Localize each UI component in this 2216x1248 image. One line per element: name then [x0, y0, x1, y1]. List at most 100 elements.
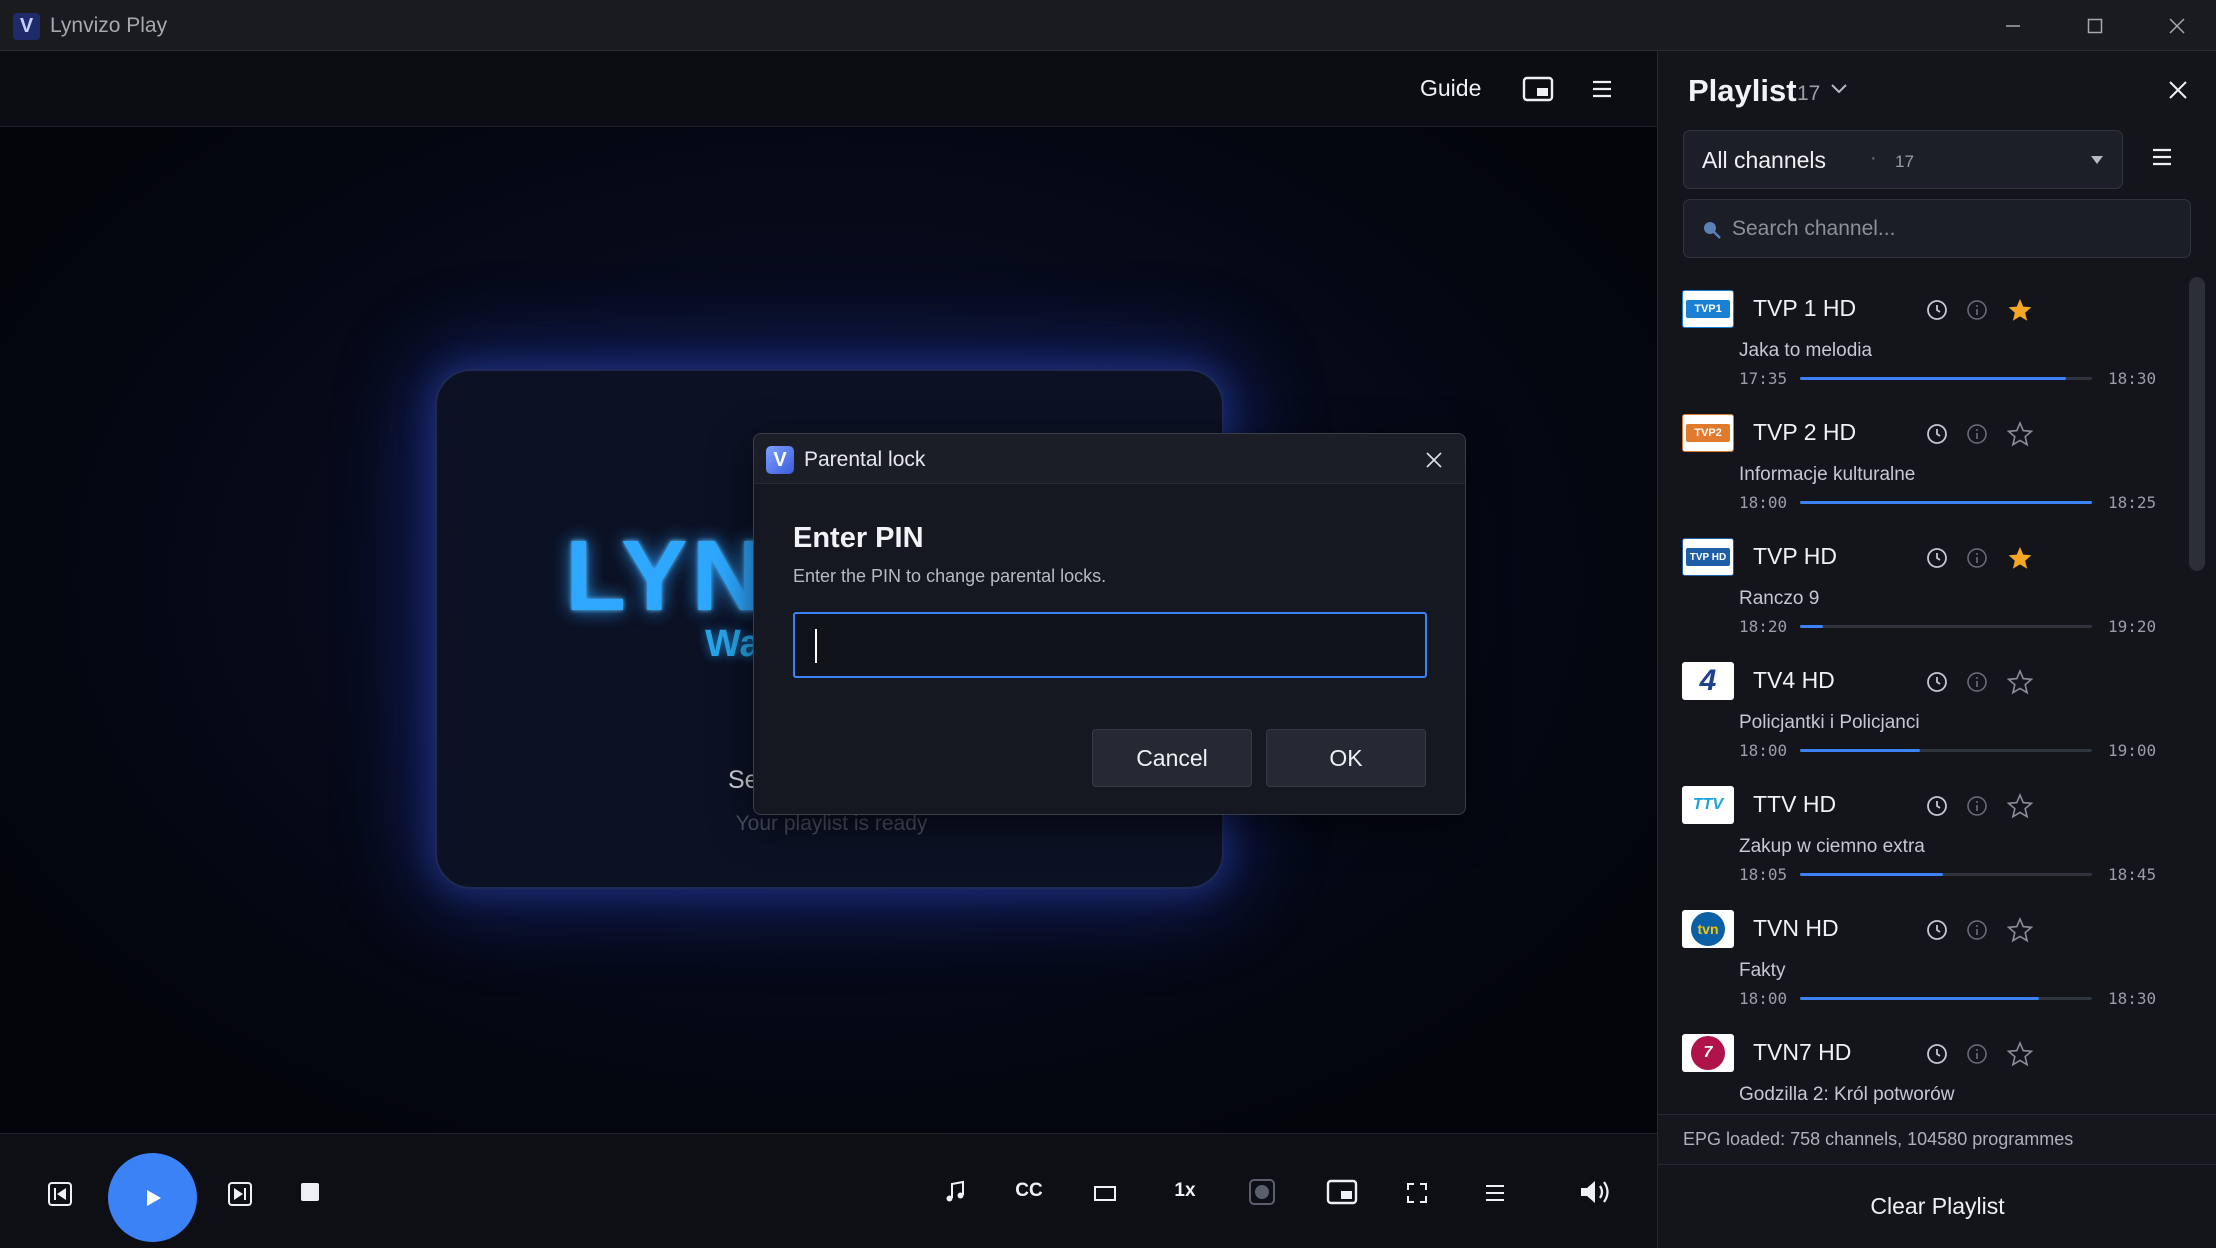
text-caret	[815, 629, 817, 663]
catchup-button[interactable]	[1923, 792, 1951, 820]
channel-name: TVN HD	[1753, 915, 1839, 941]
music-note-icon	[946, 1180, 964, 1202]
favorite-button[interactable]	[2006, 420, 2034, 448]
close-playlist-button[interactable]	[2168, 80, 2188, 100]
catchup-button[interactable]	[1923, 296, 1951, 324]
catchup-button[interactable]	[1923, 916, 1951, 944]
channel-item[interactable]: tvn TVN HD Fakty 18:00 18:30	[1658, 895, 2198, 1019]
channel-item[interactable]: TTV TTV HD Zakup w ciemno extra 18:05 18…	[1658, 771, 2198, 895]
ok-button[interactable]: OK	[1266, 729, 1426, 787]
program-start-time: 18:20	[1739, 617, 1788, 636]
channel-logo-text: TVP2	[1686, 424, 1730, 442]
program-end-time: 18:30	[2108, 369, 2157, 388]
program-progress-bar	[1800, 997, 2092, 1000]
program-start-time: 18:05	[1739, 865, 1788, 884]
record-button[interactable]	[1246, 1176, 1278, 1208]
channel-name: TVN7 HD	[1753, 1039, 1852, 1065]
playlist-sidebar: Playlist 17 All channels · 17 Search cha…	[1657, 51, 2216, 1248]
current-program: Informacje kulturalne	[1739, 464, 1916, 485]
mini-player-button[interactable]	[1324, 1176, 1360, 1208]
playlist-toggle-button[interactable]	[1480, 1178, 1510, 1208]
channel-logo-text: TVP1	[1686, 300, 1730, 318]
player-menu-button[interactable]	[1582, 69, 1622, 109]
channel-item[interactable]: 7 TVN7 HD Godzilla 2: Król potworów	[1658, 1019, 2198, 1113]
clear-playlist-button[interactable]: Clear Playlist	[1658, 1165, 2216, 1248]
channel-logo: TVP1	[1682, 290, 1734, 328]
favorite-button[interactable]	[2006, 1040, 2034, 1068]
playlist-selector-button[interactable]	[1830, 83, 1848, 95]
channel-logo: tvn	[1682, 910, 1734, 948]
info-button[interactable]	[1963, 668, 1991, 696]
playback-speed-button[interactable]: 1x	[1168, 1176, 1202, 1206]
playlist-menu-button[interactable]	[2151, 147, 2173, 167]
separator-dot: ·	[1870, 147, 1877, 169]
parental-lock-dialog: V Parental lock Enter PIN Enter the PIN …	[753, 433, 1466, 815]
aspect-ratio-button[interactable]	[1090, 1178, 1120, 1208]
channel-item[interactable]: TVP2 TVP 2 HD Informacje kulturalne 18:0…	[1658, 399, 2198, 523]
star-outline-icon	[2007, 793, 2033, 819]
program-end-time: 18:30	[2108, 989, 2157, 1008]
channel-item[interactable]: 4 TV4 HD Policjantki i Policjanci 18:00 …	[1658, 647, 2198, 771]
channel-group-select[interactable]: All channels · 17	[1683, 130, 2123, 189]
subtitles-button[interactable]: CC	[1012, 1176, 1046, 1206]
info-button[interactable]	[1963, 916, 1991, 944]
channel-logo: 7	[1682, 1034, 1734, 1072]
search-channel-box[interactable]: Search channel...	[1683, 199, 2191, 258]
favorite-button[interactable]	[2006, 296, 2034, 324]
favorite-button[interactable]	[2006, 544, 2034, 572]
dialog-close-button[interactable]	[1418, 444, 1450, 476]
channel-logo: TTV	[1682, 786, 1734, 824]
info-button[interactable]	[1963, 544, 1991, 572]
program-end-time: 18:45	[2108, 865, 2157, 884]
catchup-button[interactable]	[1923, 544, 1951, 572]
picture-in-picture-button[interactable]	[1518, 69, 1558, 109]
channel-name: TTV HD	[1753, 791, 1837, 817]
dropdown-caret-icon	[2090, 155, 2104, 165]
cancel-button[interactable]: Cancel	[1092, 729, 1252, 787]
chevron-down-icon	[1831, 84, 1847, 94]
catchup-button[interactable]	[1923, 1040, 1951, 1068]
search-input[interactable]: Search channel...	[1732, 217, 1895, 241]
maximize-button[interactable]	[2056, 0, 2134, 51]
channel-item[interactable]: TVP1 TVP 1 HD Jaka to melodia 17:35 18:3…	[1658, 275, 2198, 399]
fullscreen-button[interactable]	[1402, 1178, 1432, 1208]
favorite-button[interactable]	[2006, 668, 2034, 696]
window-close-button[interactable]	[2138, 0, 2216, 51]
channel-logo-text: 4	[1699, 664, 1717, 697]
favorite-button[interactable]	[2006, 916, 2034, 944]
channel-name: TVP 2 HD	[1753, 419, 1857, 445]
pin-input[interactable]	[793, 612, 1427, 678]
catchup-button[interactable]	[1923, 668, 1951, 696]
player-top-bar: Guide	[0, 51, 1657, 127]
minimize-button[interactable]	[1974, 0, 2052, 51]
volume-button[interactable]	[1576, 1174, 1614, 1210]
guide-button[interactable]: Guide	[1420, 75, 1481, 102]
info-button[interactable]	[1963, 792, 1991, 820]
channel-logo-text: TTV	[1692, 796, 1724, 813]
catchup-button[interactable]	[1923, 420, 1951, 448]
audio-track-button[interactable]	[940, 1176, 970, 1208]
info-button[interactable]	[1963, 296, 1991, 324]
play-button[interactable]	[108, 1153, 197, 1242]
epg-status-bar: EPG loaded: 758 channels, 104580 program…	[1658, 1114, 2216, 1165]
star-outline-icon	[2007, 669, 2033, 695]
stop-button[interactable]	[296, 1178, 324, 1206]
program-progress-bar	[1800, 873, 2092, 876]
info-button[interactable]	[1963, 420, 1991, 448]
app-logo-icon: V	[766, 446, 794, 474]
close-icon	[2169, 17, 2185, 34]
clock-icon	[1927, 548, 1947, 568]
dialog-heading: Enter PIN	[793, 522, 924, 554]
previous-button[interactable]	[44, 1178, 76, 1210]
pin-field[interactable]	[795, 614, 1425, 676]
next-button[interactable]	[224, 1178, 256, 1210]
star-outline-icon	[2007, 1041, 2033, 1067]
favorite-button[interactable]	[2006, 792, 2034, 820]
channel-item[interactable]: TVP HD TVP HD Ranczo 9 18:20 19:20	[1658, 523, 2198, 647]
info-button[interactable]	[1963, 1040, 1991, 1068]
app-logo-icon: V	[13, 13, 40, 40]
list-icon	[1486, 1185, 1504, 1201]
channel-list-scrollbar[interactable]	[2189, 277, 2205, 571]
channel-name: TVP HD	[1753, 543, 1837, 569]
program-progress-bar	[1800, 625, 2092, 628]
